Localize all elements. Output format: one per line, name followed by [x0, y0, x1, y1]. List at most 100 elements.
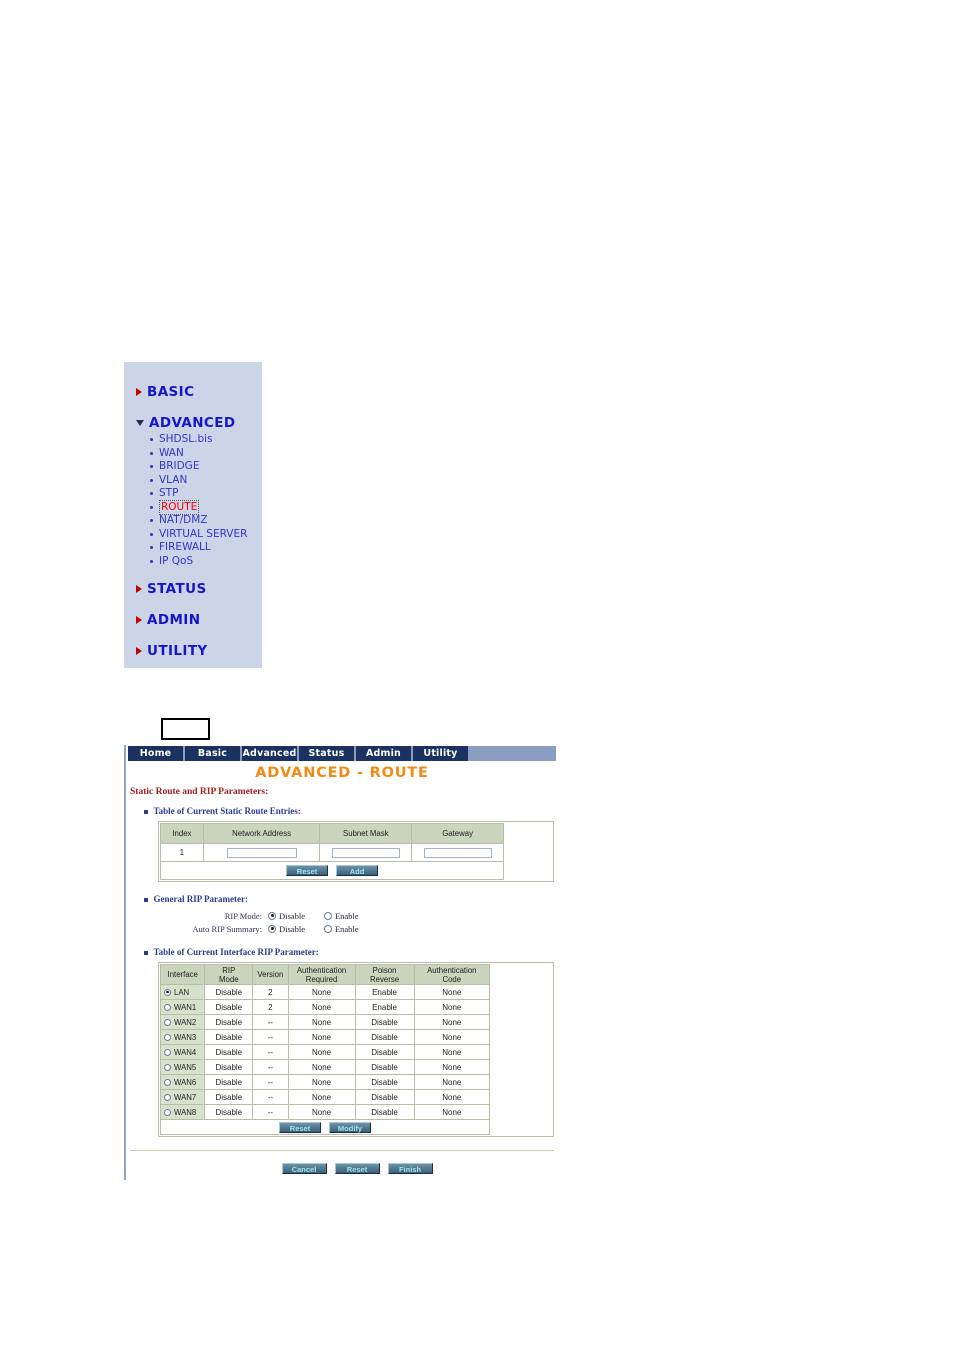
footer-cancel-button[interactable]: Cancel	[281, 1163, 327, 1175]
gateway-input[interactable]	[423, 847, 492, 858]
sidebar-item-route[interactable]: ROUTE	[132, 499, 262, 515]
static-route-thead: Index Network Address Subnet Mask Gatewa…	[160, 823, 504, 844]
interface-radio-wrap: WAN2	[164, 1018, 204, 1027]
radio-button-icon[interactable]	[268, 911, 276, 920]
interface-cell[interactable]: LAN	[159, 984, 206, 1000]
sidebar-item-label: ROUTE	[159, 499, 200, 515]
bullet-icon	[150, 559, 153, 563]
interface-cell[interactable]: WAN7	[159, 1089, 206, 1105]
triangle-down-icon	[136, 420, 144, 426]
static-route-table: Index Network Address Subnet Mask Gatewa…	[160, 823, 504, 880]
rip-radio-option[interactable]: Enable	[323, 924, 359, 934]
static-route-add-button[interactable]: Add	[336, 865, 378, 876]
square-bullet-icon	[144, 898, 148, 902]
radio-button-icon[interactable]	[323, 911, 332, 920]
sidebar-section-label: ADVANCED	[149, 415, 236, 431]
version-cell: 2	[252, 999, 289, 1015]
sidebar-item-shdsl-bis[interactable]: SHDSL.bis	[132, 433, 262, 446]
poison-reverse-cell: Disable	[354, 1074, 415, 1090]
footer-reset-button[interactable]: Reset	[334, 1163, 380, 1175]
interface-radio-icon[interactable]	[164, 1078, 171, 1086]
sidebar-item-nat-dmz[interactable]: NAT/DMZ	[132, 514, 262, 527]
interface-rip-row: WAN2 Disable -- None Disable None	[159, 1014, 491, 1030]
version-cell: --	[252, 1089, 289, 1105]
network-address-input[interactable]	[226, 847, 297, 858]
interface-rip-table: Interface RIP Mode Version Authentication Req…	[159, 964, 491, 1135]
nav-tab-utility[interactable]: Utility	[413, 746, 470, 761]
sidebar-item-stp[interactable]: STP	[132, 487, 262, 500]
subnet-mask-input[interactable]	[331, 847, 400, 858]
static-route-heading-text: Table of Current Static Route Entries:	[153, 806, 301, 816]
interface-radio-icon[interactable]	[164, 1063, 171, 1071]
sidebar-item-virtual-server[interactable]: VIRTUAL SERVER	[132, 528, 262, 541]
auth-code-cell: None	[413, 1014, 491, 1030]
interface-cell[interactable]: WAN5	[159, 1059, 206, 1075]
sidebar-section-advanced[interactable]: ADVANCED	[132, 415, 262, 431]
auth-code-cell: None	[413, 1059, 491, 1075]
interface-rip-col-3: Authentication Required	[287, 964, 356, 985]
rip-mode-cell: Disable	[204, 1059, 254, 1075]
sidebar-item-label: VLAN	[159, 473, 188, 486]
section-title: Static Route and RIP Parameters:	[130, 787, 269, 797]
interface-cell[interactable]: WAN3	[159, 1029, 206, 1045]
interface-rip-row: WAN8 Disable -- None Disable None	[159, 1104, 491, 1120]
triangle-right-icon	[136, 647, 142, 655]
interface-radio-wrap: WAN5	[164, 1063, 204, 1072]
interface-radio-icon[interactable]	[164, 1018, 171, 1026]
sidebar-section-utility[interactable]: UTILITY	[132, 643, 262, 659]
rip-mode-cell: Disable	[204, 1074, 254, 1090]
static-route-tbody: 1 Reset Add	[160, 843, 504, 880]
interface-rip-reset-button[interactable]: Reset	[279, 1121, 321, 1133]
sidebar-item-ip-qos[interactable]: IP QoS	[132, 555, 262, 568]
rip-radio-option[interactable]: Disable	[268, 911, 305, 921]
interface-radio-icon[interactable]	[164, 1093, 171, 1101]
interface-radio-icon[interactable]	[164, 1003, 171, 1011]
interface-radio-icon[interactable]	[164, 1108, 171, 1116]
footer-finish-button[interactable]: Finish	[387, 1163, 433, 1175]
interface-radio-icon[interactable]	[164, 1048, 171, 1056]
rip-radio-label: Disable	[279, 910, 305, 921]
interface-cell[interactable]: WAN6	[159, 1074, 206, 1090]
sidebar-item-vlan[interactable]: VLAN	[132, 474, 262, 487]
rip-radio-option[interactable]: Enable	[323, 911, 359, 921]
sidebar-section-status[interactable]: STATUS	[132, 581, 262, 597]
nav-tab-home[interactable]: Home	[128, 746, 185, 761]
nav-tab-advanced[interactable]: Advanced	[242, 746, 299, 761]
page-root: BASIC ADVANCED SHDSL.bis WAN BRIDGE VLAN STP RO…	[0, 0, 954, 1350]
general-rip-fields: RIP Mode: Disable Enable Auto RIP Summary: D…	[130, 909, 554, 935]
auth-code-cell: None	[413, 1029, 491, 1045]
nav-tab-basic[interactable]: Basic	[185, 746, 242, 761]
interface-cell[interactable]: WAN8	[159, 1104, 206, 1120]
rip-field-row: Auto RIP Summary: Disable Enable	[130, 922, 554, 935]
interface-rip-heading: Table of Current Interface RIP Parameter…	[144, 947, 554, 957]
radio-button-icon[interactable]	[268, 924, 276, 933]
rip-mode-cell: Disable	[204, 1029, 254, 1045]
interface-cell[interactable]: WAN1	[159, 999, 206, 1015]
interface-rip-row: WAN3 Disable -- None Disable None	[159, 1029, 491, 1045]
rip-radio-option[interactable]: Disable	[268, 924, 305, 934]
interface-rip-modify-button[interactable]: Modify	[329, 1121, 371, 1133]
sidebar-item-bridge[interactable]: BRIDGE	[132, 460, 262, 473]
interface-cell[interactable]: WAN2	[159, 1014, 206, 1030]
bullet-icon	[150, 492, 153, 495]
version-cell: --	[252, 1014, 289, 1030]
radio-button-icon[interactable]	[323, 924, 332, 933]
nav-tab-status[interactable]: Status	[299, 746, 356, 761]
sidebar-section-basic[interactable]: BASIC	[132, 384, 262, 400]
auth-required-cell: None	[287, 1089, 356, 1105]
interface-rip-button-row: Reset Modify	[160, 1119, 490, 1135]
interface-rip-heading-text: Table of Current Interface RIP Parameter…	[153, 947, 319, 957]
auth-code-cell: None	[413, 984, 491, 1000]
interface-radio-icon[interactable]	[164, 988, 171, 996]
interface-radio-icon[interactable]	[164, 1033, 171, 1041]
interface-cell[interactable]: WAN4	[159, 1044, 206, 1060]
interface-radio-wrap: WAN8	[164, 1108, 204, 1117]
static-route-reset-button[interactable]: Reset	[286, 865, 328, 876]
poison-reverse-cell: Enable	[354, 984, 415, 1000]
nav-tab-admin[interactable]: Admin	[356, 746, 413, 761]
sidebar-item-wan[interactable]: WAN	[132, 447, 262, 460]
sidebar-section-admin[interactable]: ADMIN	[132, 612, 262, 628]
interface-rip-button-cell: Reset Modify	[160, 1119, 490, 1135]
sidebar-item-firewall[interactable]: FIREWALL	[132, 541, 262, 554]
